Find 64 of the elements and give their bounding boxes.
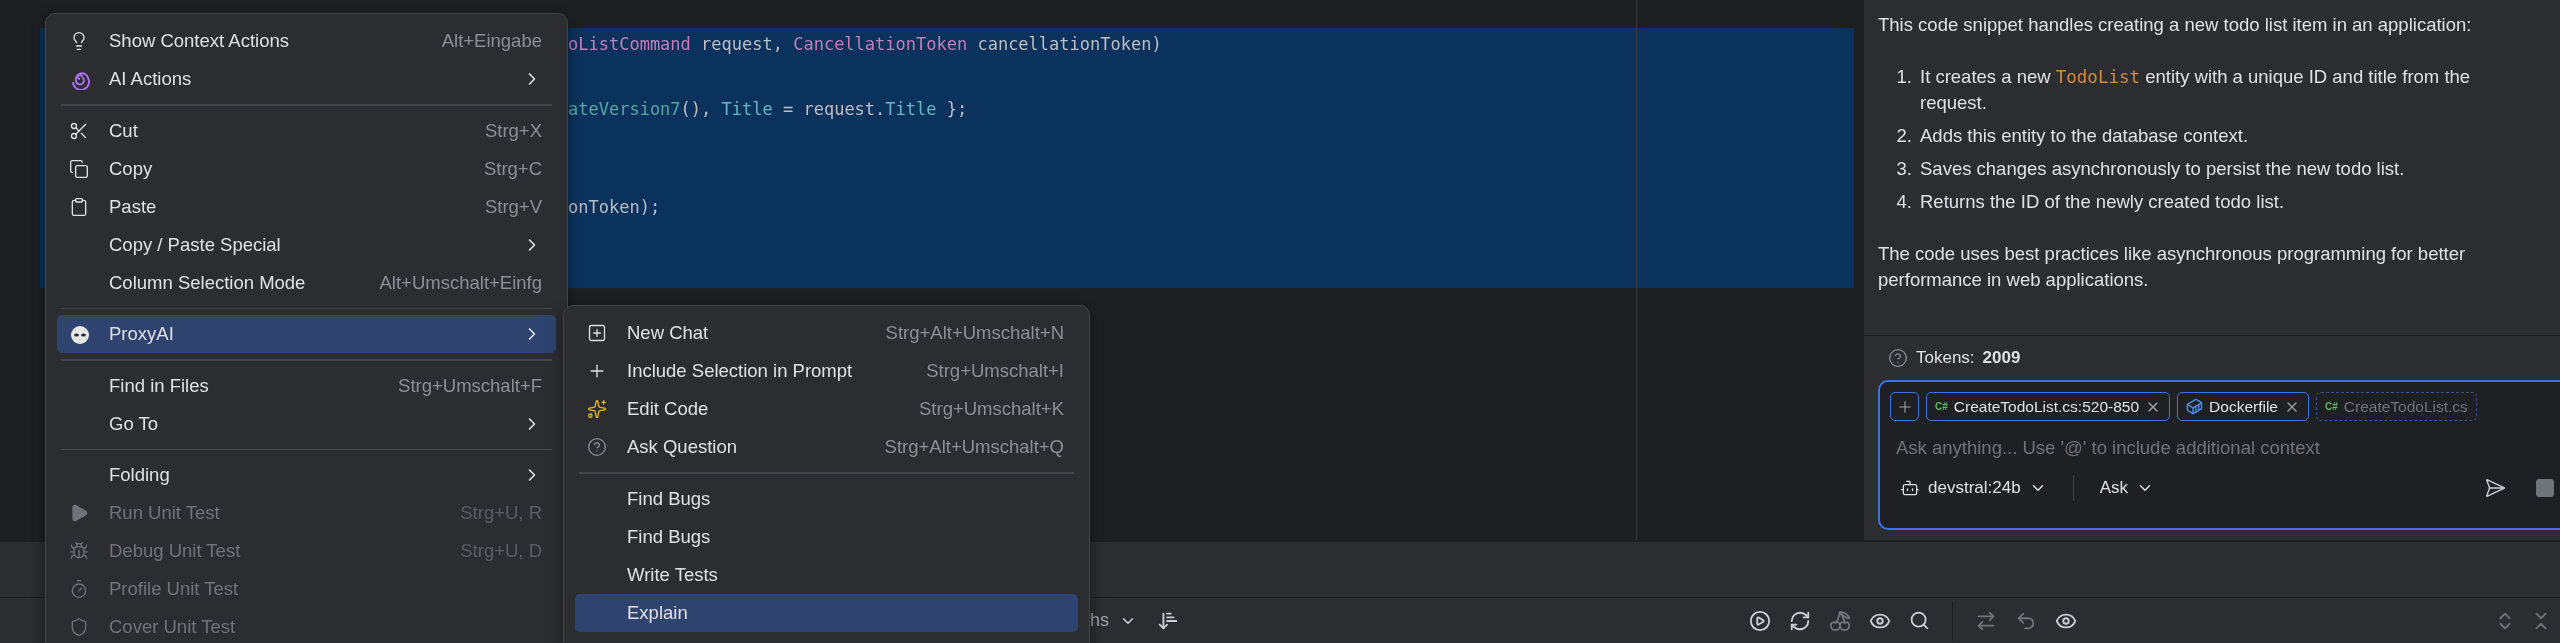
context-chip[interactable]: C# CreateTodoList.cs bbox=[2316, 392, 2477, 421]
play-icon[interactable] bbox=[1749, 609, 1771, 632]
tokens-value: 2009 bbox=[1982, 348, 2021, 368]
menu-item[interactable]: Paste Strg+V bbox=[57, 187, 556, 226]
scissors-icon bbox=[69, 120, 89, 141]
mask-icon bbox=[69, 323, 91, 345]
model-dropdown[interactable]: devstral:24b bbox=[1896, 476, 2051, 500]
menu-item[interactable]: Find Bugs bbox=[575, 479, 1078, 518]
sparkles-icon bbox=[587, 399, 607, 419]
menu-item[interactable]: Copy / Paste Special bbox=[57, 225, 556, 264]
menu-item[interactable]: Go To bbox=[57, 404, 556, 443]
csharp-icon: C# bbox=[1935, 401, 1948, 412]
send-icon[interactable] bbox=[2484, 477, 2506, 499]
bug-icon bbox=[69, 541, 89, 561]
add-context-button[interactable] bbox=[1890, 392, 1919, 421]
cherry-icon[interactable] bbox=[1829, 609, 1851, 632]
menu-item[interactable]: Find Bugs bbox=[575, 517, 1078, 556]
context-chip[interactable]: Dockerfile bbox=[2177, 392, 2309, 421]
menu-item[interactable]: Show Context Actions Alt+Eingabe bbox=[57, 22, 556, 60]
shield-icon bbox=[69, 617, 89, 637]
list-number: 1. bbox=[1895, 65, 1913, 89]
chat-text: Returns the ID of the newly created todo list. bbox=[1920, 190, 2285, 214]
timer-icon bbox=[69, 579, 89, 599]
chat-text: It creates a new TodoList entity with a unique ID and title from the request. bbox=[1920, 65, 2472, 115]
chat-text: Adds this entity to the database context. bbox=[1920, 124, 2249, 148]
help-icon bbox=[1888, 348, 1908, 368]
robot-icon bbox=[1900, 478, 1920, 498]
play-icon bbox=[69, 503, 89, 523]
chat-text: This code snippet handles creating a new todo list item in an application: bbox=[1878, 13, 2473, 37]
copy-icon bbox=[69, 158, 89, 179]
arrows-icon[interactable] bbox=[1975, 609, 1997, 632]
menu-item[interactable]: Cut Strg+X bbox=[57, 111, 556, 150]
menu-item[interactable]: Explain bbox=[575, 593, 1078, 632]
menu-item[interactable]: Folding bbox=[57, 456, 556, 494]
menu-item[interactable]: Copy Strg+C bbox=[57, 149, 556, 188]
csharp-icon: C# bbox=[2325, 401, 2338, 412]
mode-dropdown[interactable]: Ask bbox=[2095, 476, 2158, 500]
help-icon bbox=[587, 437, 607, 457]
chat-text: Saves changes asynchronously to persist the new todo list. bbox=[1920, 157, 2405, 181]
list-number: 3. bbox=[1895, 157, 1913, 181]
menu-item[interactable]: AI Actions bbox=[57, 60, 556, 98]
clipboard-icon bbox=[69, 196, 89, 217]
code-line: ateVersion7(), Title = request.Title }; bbox=[568, 98, 969, 121]
prompt-field[interactable]: Ask anything... Use '@' to include additional context bbox=[1890, 429, 2530, 467]
menu-item[interactable]: Column Selection Mode Alt+Umschalt+Einfg bbox=[57, 263, 556, 302]
list-number: 2. bbox=[1895, 124, 1913, 148]
menu-item[interactable]: ProxyAI bbox=[57, 315, 556, 353]
menu-item[interactable]: New Chat Strg+Alt+Umschalt+N bbox=[575, 314, 1078, 352]
context-chip[interactable]: C# CreateTodoList.cs:520-850 bbox=[1926, 392, 2171, 421]
toolbar-label: hs bbox=[1090, 610, 1109, 631]
menu-item[interactable]: Include Selection in Prompt Strg+Umschalt+I bbox=[575, 352, 1078, 390]
menu-item[interactable]: Find in Files Strg+Umschalt+F bbox=[57, 366, 556, 405]
list-number: 4. bbox=[1895, 190, 1913, 214]
menu-item[interactable]: Ask Question Strg+Alt+Umschalt+Q bbox=[575, 428, 1078, 466]
code-line: onToken); bbox=[568, 195, 662, 219]
refresh-icon[interactable] bbox=[1789, 609, 1811, 632]
menu-item[interactable]: Write Tests bbox=[575, 555, 1078, 594]
tokens-label: Tokens: bbox=[1916, 348, 1975, 368]
new-chat-icon bbox=[587, 323, 607, 343]
code-line: oListCommand request, CancellationToken cancellationToken) bbox=[568, 33, 1163, 56]
container-icon bbox=[2186, 398, 2204, 415]
menu-item[interactable]: Edit Code Strg+Umschalt+K bbox=[575, 390, 1078, 428]
chat-text: The code uses best practices like asynchronous programming for better performance in web applications. bbox=[1878, 242, 2467, 292]
search-icon[interactable] bbox=[1909, 610, 1930, 631]
